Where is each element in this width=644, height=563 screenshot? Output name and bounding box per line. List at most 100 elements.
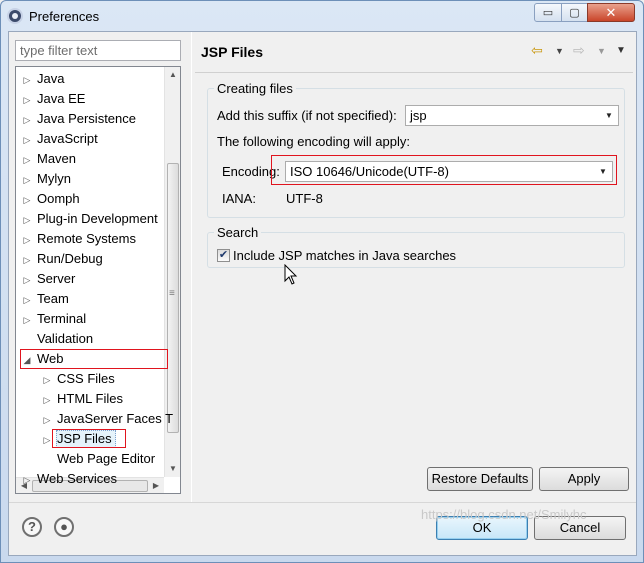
minimize-button[interactable]: ▭: [534, 3, 562, 22]
close-button[interactable]: ✕: [587, 3, 635, 22]
expand-arrow-icon[interactable]: ▷: [22, 170, 32, 190]
tree-vertical-scroll-thumb[interactable]: [167, 163, 179, 433]
tree-item[interactable]: ▷ Server: [22, 269, 76, 290]
back-menu-icon[interactable]: ▼: [555, 46, 564, 56]
tree-item[interactable]: ▷ Java: [22, 69, 65, 90]
pane-divider: [191, 32, 192, 502]
close-icon: ✕: [605, 4, 617, 20]
tree-item-label: Terminal: [37, 311, 87, 326]
tree-item-label: Java Persistence: [37, 111, 136, 126]
restore-defaults-button[interactable]: Restore Defaults: [427, 467, 533, 491]
view-menu-icon[interactable]: ▼: [616, 45, 626, 56]
expand-arrow-icon[interactable]: ▷: [22, 230, 32, 250]
include-jsp-checkbox[interactable]: ✔: [217, 249, 230, 262]
tree-item[interactable]: ◢ Web: [22, 349, 64, 369]
tree-item-label: Web Services: [37, 471, 117, 486]
expand-arrow-icon[interactable]: ▷: [22, 150, 32, 170]
iana-value: UTF-8: [286, 191, 323, 206]
expand-arrow-icon[interactable]: ▷: [22, 270, 32, 290]
expand-arrow-icon[interactable]: ▷: [42, 410, 52, 430]
maximize-button[interactable]: ▢: [561, 3, 588, 22]
minimize-icon: ▭: [542, 7, 554, 19]
filter-input[interactable]: type filter text: [15, 40, 181, 61]
tree-item[interactable]: ▷ Maven: [22, 149, 77, 170]
dialog-body: type filter text ▲ ▼ ◀ ▶ ▷Java▷Java EE▷J…: [8, 31, 637, 556]
expand-arrow-icon[interactable]: ▷: [22, 210, 32, 230]
tree-item-label: Run/Debug: [37, 251, 103, 266]
tree-item[interactable]: ▷ Remote Systems: [22, 229, 136, 249]
expand-arrow-icon[interactable]: ▷: [22, 110, 32, 130]
expand-arrow-icon[interactable]: ▷: [22, 130, 32, 150]
title-separator: [195, 72, 633, 73]
eclipse-icon: [7, 8, 23, 24]
expand-arrow-icon[interactable]: ▷: [22, 250, 32, 270]
tree-item-label: JavaServer Faces T: [57, 411, 174, 426]
tree-item[interactable]: ▷ Run/Debug: [22, 249, 103, 269]
preferences-window: Preferences ▭ ▢ ✕ type filter text ▲ ▼ ◀…: [0, 0, 644, 563]
tree-item[interactable]: ▷ Mylyn: [22, 169, 71, 189]
preferences-tree: ▲ ▼ ◀ ▶ ▷Java▷Java EE▷Java Persistence▷J…: [15, 66, 181, 494]
tree-item-label: Maven: [37, 151, 77, 166]
history-navigation: ⇦ ▼ ⇨ ▼ ▼: [529, 42, 629, 60]
expand-arrow-icon[interactable]: ▷: [42, 370, 52, 390]
help-icon[interactable]: ?: [22, 517, 42, 537]
tree-item-label: Validation: [37, 331, 94, 346]
mouse-cursor-icon: [284, 264, 298, 285]
suffix-combo[interactable]: jsp ▼: [405, 105, 619, 126]
expand-arrow-icon[interactable]: ▷: [22, 290, 32, 310]
tree-item-label: HTML Files: [57, 391, 123, 406]
expand-arrow-icon[interactable]: ▷: [42, 430, 52, 450]
expand-arrow-icon[interactable]: ▷: [22, 190, 32, 210]
scroll-down-icon[interactable]: ▼: [165, 461, 180, 477]
import-export-icon[interactable]: ●: [54, 517, 74, 537]
tree-item[interactable]: Web Page Editor: [42, 449, 155, 469]
tree-item-label: Remote Systems: [37, 231, 136, 246]
expand-arrow-icon[interactable]: ▷: [42, 390, 52, 410]
tree-item[interactable]: ▷ CSS Files: [42, 369, 115, 389]
tree-item[interactable]: ▷ JavaScript: [22, 129, 98, 149]
page-title: JSP Files: [201, 44, 264, 60]
expand-arrow-icon[interactable]: ▷: [22, 70, 32, 90]
tree-item[interactable]: ▷ Web Services: [22, 469, 117, 489]
tree-item-label: Web: [37, 351, 64, 366]
tree-item[interactable]: ▷ Plug-in Development: [22, 209, 158, 229]
tree-item-label: Plug-in Development: [37, 211, 158, 226]
maximize-icon: ▢: [569, 7, 580, 19]
expand-arrow-icon[interactable]: ▷: [22, 470, 32, 490]
tree-item-label: Web Page Editor: [57, 451, 156, 466]
tree-item[interactable]: ▷ Team: [22, 289, 69, 309]
tree-item-label: Java EE: [37, 91, 86, 106]
creating-files-label: Creating files: [214, 81, 296, 96]
suffix-dropdown-icon[interactable]: ▼: [603, 106, 615, 125]
iana-label: IANA:: [222, 191, 256, 206]
back-arrow-icon[interactable]: ⇦: [531, 42, 543, 59]
scroll-right-icon[interactable]: ▶: [148, 478, 164, 493]
tree-item[interactable]: Validation: [22, 329, 93, 349]
tree-item-label: JSP Files: [57, 431, 112, 446]
tree-item[interactable]: ▷ Terminal: [22, 309, 87, 330]
expand-arrow-icon[interactable]: ▷: [22, 90, 32, 110]
expand-arrow-icon[interactable]: ◢: [22, 350, 32, 370]
suffix-value: jsp: [410, 108, 427, 123]
encoding-note: The following encoding will apply:: [217, 134, 410, 149]
tree-item-label: Oomph: [37, 191, 80, 206]
encoding-highlight-box: [271, 155, 617, 185]
tree-item[interactable]: ▷ HTML Files: [42, 389, 123, 409]
tree-item[interactable]: ▷ Java EE: [22, 89, 86, 110]
expand-arrow-icon[interactable]: ▷: [22, 310, 32, 330]
watermark-text: https://blog.csdn.net/Smilyhc: [421, 507, 587, 522]
tree-item[interactable]: ▷ Java Persistence: [22, 109, 136, 129]
apply-button[interactable]: Apply: [539, 467, 629, 491]
scroll-up-icon[interactable]: ▲: [165, 67, 180, 83]
forward-menu-icon[interactable]: ▼: [597, 46, 606, 56]
tree-item[interactable]: ▷ JavaServer Faces T: [42, 409, 174, 430]
include-jsp-label[interactable]: Include JSP matches in Java searches: [233, 248, 456, 263]
tree-item-label: Java: [37, 71, 65, 86]
tree-item-label: JavaScript: [37, 131, 98, 146]
forward-arrow-icon[interactable]: ⇨: [573, 42, 585, 59]
button-bar-separator: [9, 502, 636, 503]
window-title: Preferences: [29, 9, 100, 24]
tree-item[interactable]: ▷ JSP Files: [42, 429, 112, 449]
tree-item[interactable]: ▷ Oomph: [22, 189, 80, 209]
search-group-label: Search: [214, 225, 262, 240]
